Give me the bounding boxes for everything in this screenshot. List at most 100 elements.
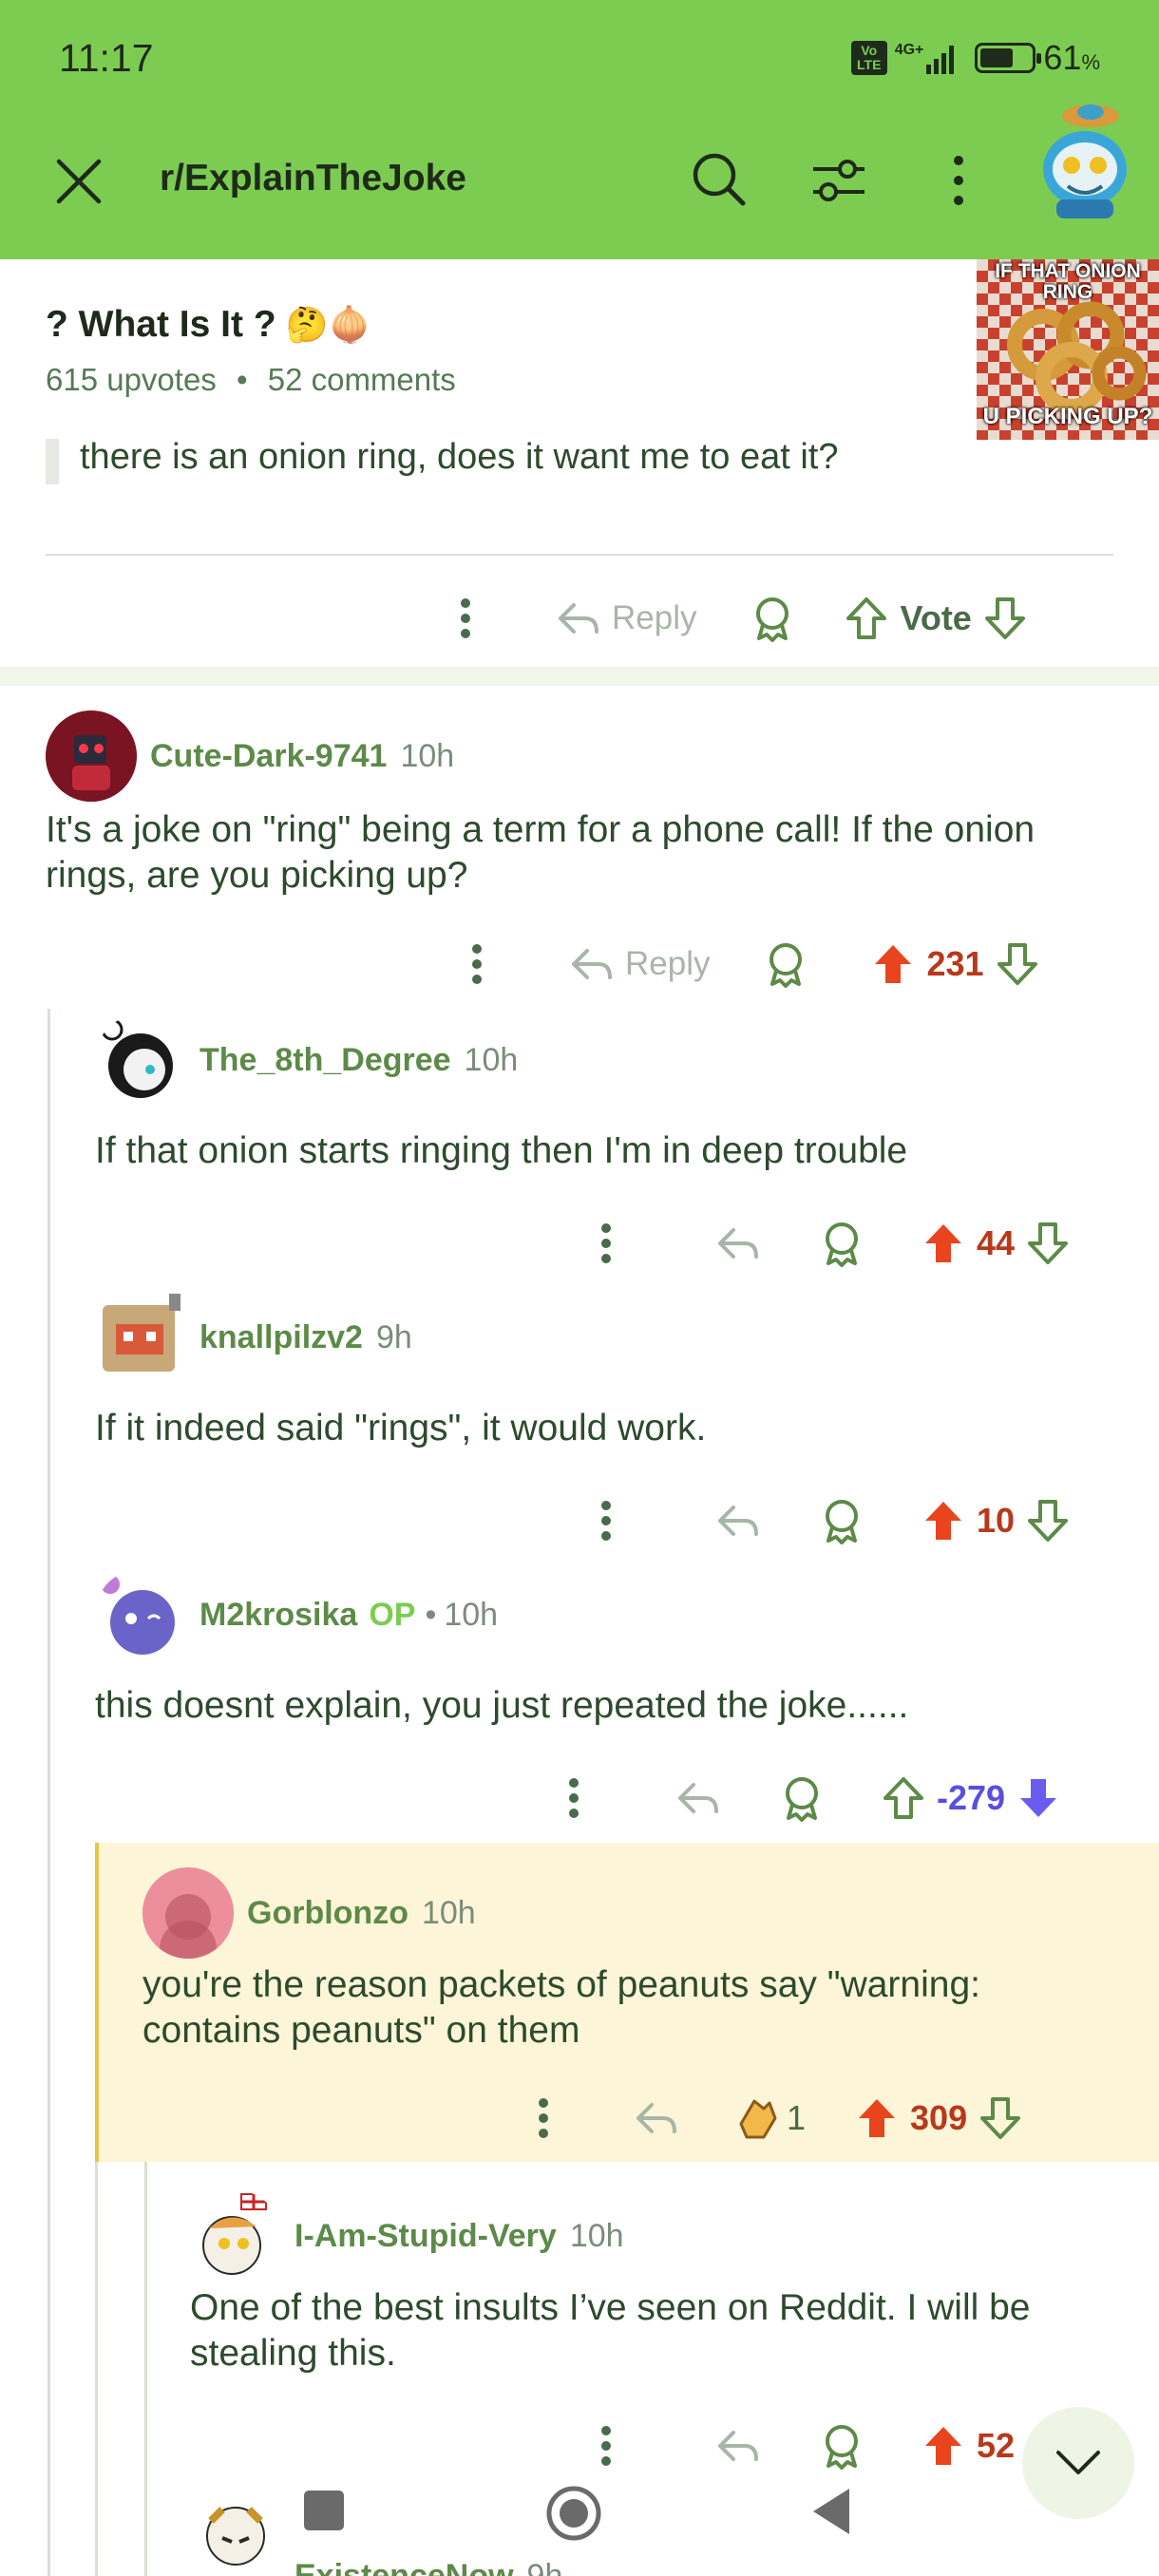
thread-line bbox=[48, 1009, 50, 2576]
vote-count: -279 bbox=[937, 1778, 1006, 1817]
reply-button[interactable]: Reply bbox=[557, 599, 696, 637]
award-icon[interactable] bbox=[819, 2422, 864, 2470]
status-indicators: Vo LTE 4G+ 61% bbox=[850, 38, 1100, 78]
award-icon[interactable] bbox=[750, 595, 795, 642]
reply-icon bbox=[572, 949, 612, 979]
thumbnail-caption-top: IF THAT ONION RING bbox=[995, 260, 1141, 303]
battery-icon bbox=[975, 43, 1042, 73]
comment-username[interactable]: Gorblonzo bbox=[247, 1895, 408, 1932]
comment-header: Gorblonzo 10h bbox=[142, 1867, 476, 1959]
vote-count: 44 bbox=[977, 1223, 1016, 1262]
upvote-icon-active[interactable] bbox=[871, 941, 915, 987]
comment-username[interactable]: I-Am-Stupid-Very bbox=[294, 2218, 557, 2255]
reply-icon[interactable] bbox=[676, 1779, 720, 1817]
comment-body: you're the reason packets of peanuts say… bbox=[142, 1964, 980, 2051]
divider bbox=[46, 554, 1113, 556]
post-title-emojis: 🤔🧅 bbox=[285, 305, 371, 344]
section-separator bbox=[0, 667, 1159, 686]
avatar[interactable] bbox=[46, 710, 137, 802]
user-avatar[interactable] bbox=[1036, 95, 1134, 220]
award-icon[interactable] bbox=[819, 1220, 864, 1267]
downvote-icon[interactable] bbox=[978, 2095, 1022, 2141]
post-thumbnail[interactable]: IF THAT ONION RING U PICKING UP? bbox=[977, 259, 1159, 440]
comment-timestamp: 10h bbox=[464, 1041, 519, 1078]
reply-icon[interactable] bbox=[635, 2099, 678, 2137]
recents-icon[interactable] bbox=[302, 2489, 346, 2532]
upvote-icon-active[interactable] bbox=[922, 2423, 965, 2469]
comment-body: If that onion starts ringing then I'm in… bbox=[95, 1130, 908, 1171]
upvote-icon-active[interactable] bbox=[922, 1221, 965, 1266]
more-options-icon[interactable] bbox=[597, 1221, 616, 1266]
more-options-icon[interactable] bbox=[564, 1775, 583, 1821]
post-comment-count: 52 comments bbox=[267, 362, 456, 397]
upvote-icon-active[interactable] bbox=[922, 1498, 965, 1544]
volte-icon: Vo LTE bbox=[850, 41, 887, 75]
comment-actions: Reply 231 bbox=[467, 940, 1039, 988]
comment-actions: 10 bbox=[597, 1497, 1070, 1544]
thumbnail-caption-bottom: U PICKING UP? bbox=[982, 404, 1153, 429]
vote-control: 231 bbox=[871, 941, 1038, 987]
downvote-icon[interactable] bbox=[983, 596, 1027, 641]
post-title[interactable]: ? What Is It ? 🤔🧅 bbox=[46, 304, 370, 346]
reply-label: Reply bbox=[612, 599, 697, 636]
avatar[interactable] bbox=[95, 1569, 186, 1660]
comment-username[interactable]: Cute-Dark-9741 bbox=[150, 738, 387, 775]
award-icon[interactable] bbox=[763, 940, 808, 988]
reply-icon[interactable] bbox=[716, 1502, 760, 1540]
more-options-icon[interactable] bbox=[597, 1498, 616, 1544]
more-options-icon[interactable] bbox=[534, 2095, 553, 2141]
signal-icon: 4G+ bbox=[895, 42, 955, 74]
upvote-icon-active[interactable] bbox=[855, 2095, 899, 2141]
avatar[interactable] bbox=[95, 1014, 186, 1106]
comment-separator: • bbox=[425, 1596, 437, 1633]
downvote-icon[interactable] bbox=[996, 941, 1039, 987]
reply-label: Reply bbox=[625, 945, 711, 982]
subreddit-title[interactable]: r/ExplainTheJoke bbox=[160, 158, 466, 199]
more-options-icon[interactable] bbox=[456, 596, 475, 641]
upvote-icon[interactable] bbox=[882, 1775, 925, 1821]
battery-percent: 61% bbox=[1043, 38, 1100, 77]
comment-timestamp: 10h bbox=[400, 737, 455, 774]
avatar[interactable] bbox=[95, 1292, 186, 1383]
avatar[interactable] bbox=[190, 2190, 281, 2282]
comment-actions: 52 bbox=[597, 2422, 1026, 2470]
clap-award-icon bbox=[739, 2099, 777, 2139]
system-nav-bar bbox=[0, 2470, 1159, 2576]
comment-header: Cute-Dark-9741 10h bbox=[46, 710, 454, 802]
avatar[interactable] bbox=[142, 1867, 234, 1959]
comment-timestamp: 10h bbox=[444, 1596, 499, 1633]
comment-header: I-Am-Stupid-Very 10h bbox=[190, 2190, 624, 2282]
downvote-icon[interactable] bbox=[1026, 1221, 1070, 1266]
filter-icon[interactable] bbox=[809, 152, 868, 209]
award-badge[interactable]: 1 bbox=[732, 2095, 806, 2141]
vote-count: 231 bbox=[926, 944, 984, 983]
award-icon[interactable] bbox=[819, 1497, 864, 1544]
post-title-text: ? What Is It ? bbox=[46, 304, 276, 345]
more-options-icon[interactable] bbox=[597, 2423, 616, 2469]
comment-username[interactable]: M2krosika bbox=[200, 1597, 357, 1634]
comment-username[interactable]: The_8th_Degree bbox=[200, 1042, 451, 1079]
quote-bar bbox=[46, 439, 59, 484]
reply-icon[interactable] bbox=[716, 1224, 760, 1262]
award-icon[interactable] bbox=[779, 1774, 825, 1822]
post-upvotes: 615 upvotes bbox=[46, 362, 217, 397]
downvote-icon[interactable] bbox=[1026, 1498, 1070, 1544]
more-options-icon[interactable] bbox=[467, 941, 486, 987]
search-icon[interactable] bbox=[690, 150, 749, 209]
comment-body: this doesnt explain, you just repeated t… bbox=[95, 1685, 909, 1726]
reply-icon[interactable] bbox=[716, 2427, 760, 2465]
reply-button[interactable]: Reply bbox=[570, 945, 710, 983]
more-options-icon[interactable] bbox=[946, 152, 971, 209]
comment-header: M2krosika OP • 10h bbox=[95, 1569, 498, 1660]
post-stats: 615 upvotes • 52 comments bbox=[46, 362, 456, 398]
upvote-icon[interactable] bbox=[845, 596, 888, 641]
downvote-icon-active[interactable] bbox=[1016, 1775, 1060, 1821]
home-icon[interactable] bbox=[545, 2485, 602, 2542]
comment-body: It's a joke on "ring" being a term for a… bbox=[46, 809, 1036, 896]
comment-actions: 1 309 bbox=[534, 2095, 1022, 2141]
comment-actions: -279 bbox=[564, 1774, 1060, 1822]
close-icon[interactable] bbox=[53, 156, 104, 207]
back-icon[interactable] bbox=[808, 2485, 853, 2538]
comment-username[interactable]: knallpilzv2 bbox=[200, 1319, 363, 1356]
status-time: 11:17 bbox=[59, 36, 154, 80]
